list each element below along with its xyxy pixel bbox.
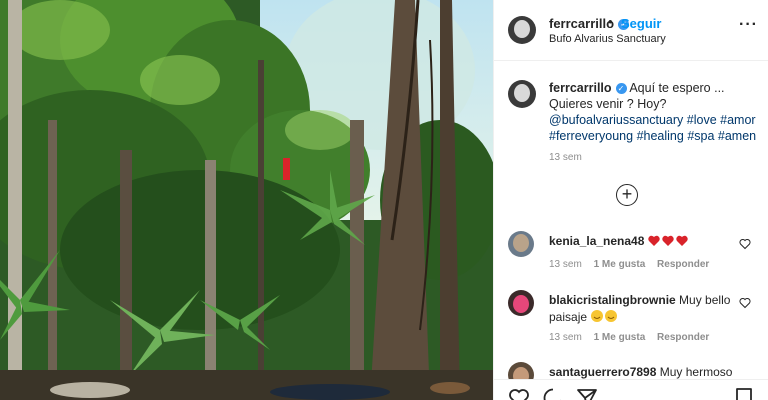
like-comment-heart-icon[interactable] (739, 238, 751, 250)
reply-button[interactable]: Responder (657, 259, 709, 270)
post-header: ferrcarrillo ✓ • Seguir Bufo Alvarius San… (494, 0, 768, 61)
comment-icon[interactable] (542, 387, 564, 400)
plus-circle-icon[interactable]: + (616, 184, 638, 206)
heart-icon[interactable] (508, 387, 530, 400)
bookmark-icon[interactable] (733, 387, 755, 400)
hashtag[interactable]: #ferreveryoung (549, 129, 633, 143)
follow-button[interactable]: Seguir (621, 16, 661, 31)
comment-meta: 13 sem 1 Me gusta Responder (549, 259, 718, 270)
smile-emoji-icon (590, 309, 620, 328)
caption-username[interactable]: ferrcarrillo (549, 81, 612, 95)
commenter-username[interactable]: blakicristalingbrownie (549, 293, 676, 307)
verified-badge-icon: ✓ (615, 83, 627, 94)
caption-line-1: Aquí te espero ... (629, 81, 725, 95)
hashtag[interactable]: #amor (720, 113, 755, 127)
more-options-icon[interactable]: ··· (739, 17, 758, 33)
comment-body: blakicristalingbrownie Muy bello paisaje (549, 292, 734, 328)
commenter-username[interactable]: santaguerrero7898 (549, 365, 656, 379)
separator-dot: • (608, 14, 613, 29)
caption-mention[interactable]: @bufoalvariussanctuary (549, 113, 683, 127)
post-actions-bar (494, 379, 768, 400)
hashtag[interactable]: #love (687, 113, 717, 127)
comment-timestamp: 13 sem (549, 332, 582, 343)
comment-likes[interactable]: 1 Me gusta (594, 259, 646, 270)
comment-item: kenia_la_nena48 13 sem 1 Me gusta Respon… (494, 231, 768, 291)
post-caption: ferrcarrillo ✓ Aquí te espero ... Quieres… (494, 62, 768, 182)
caption-text: ferrcarrillo ✓ Aquí te espero ... Quieres… (549, 80, 759, 144)
commenter-username[interactable]: kenia_la_nena48 (549, 234, 644, 248)
heart-emoji-icon (648, 235, 690, 252)
post-sidebar: ferrcarrillo ✓ • Seguir Bufo Alvarius San… (493, 0, 768, 400)
caption-line-2: Quieres venir ? Hoy? (549, 97, 667, 111)
comment-likes[interactable]: 1 Me gusta (594, 332, 646, 343)
author-username-text[interactable]: ferrcarrillo (549, 16, 614, 31)
commenter-avatar[interactable] (508, 231, 534, 257)
post-location[interactable]: Bufo Alvarius Sanctuary (549, 33, 666, 45)
jungle-photo (0, 0, 493, 400)
comment-meta: 13 sem 1 Me gusta Responder (549, 332, 718, 343)
comment-body: kenia_la_nena48 (549, 233, 734, 252)
instagram-post: ferrcarrillo ✓ • Seguir Bufo Alvarius San… (0, 0, 768, 400)
caption-timestamp: 13 sem (549, 152, 582, 163)
comment-text: Muy hermoso (659, 365, 733, 379)
caption-author-avatar[interactable] (508, 80, 536, 108)
share-icon[interactable] (576, 387, 598, 400)
author-username[interactable]: ferrcarrillo ✓ (549, 16, 630, 31)
author-avatar[interactable] (508, 16, 536, 44)
commenter-avatar[interactable] (508, 290, 534, 316)
like-comment-heart-icon[interactable] (739, 297, 751, 309)
post-photo[interactable] (0, 0, 493, 400)
hashtag[interactable]: #spa (687, 129, 714, 143)
reply-button[interactable]: Responder (657, 332, 709, 343)
comment-timestamp: 13 sem (549, 259, 582, 270)
comment-item: blakicristalingbrownie Muy bello paisaje… (494, 290, 768, 350)
hashtag[interactable]: #healing (637, 129, 684, 143)
hashtag[interactable]: #amen (718, 129, 756, 143)
